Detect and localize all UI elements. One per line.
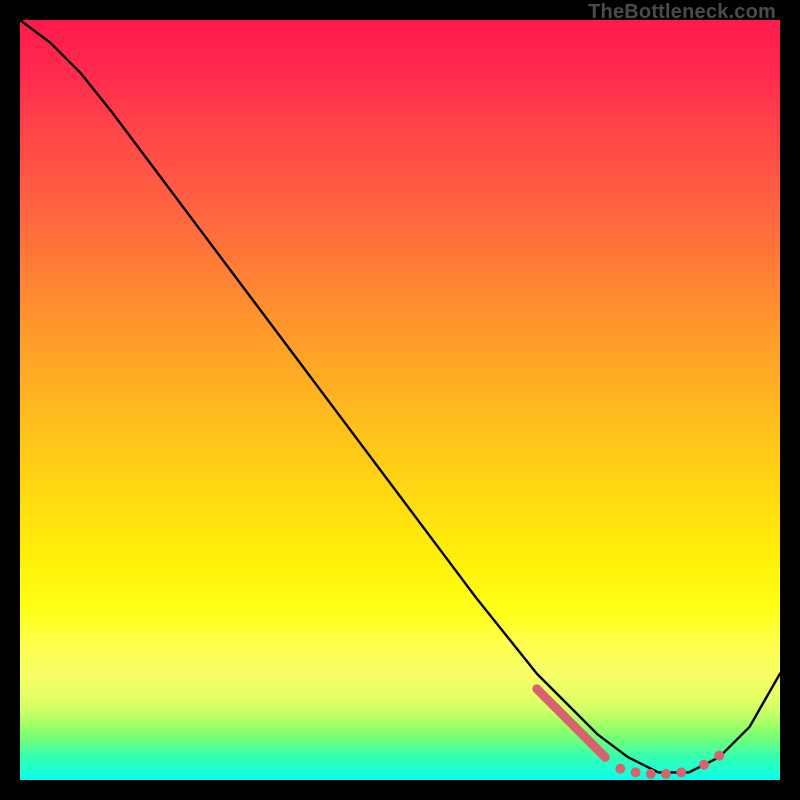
watermark-label: TheBottleneck.com xyxy=(588,2,776,22)
band-flat4 xyxy=(661,769,671,779)
band-r2 xyxy=(714,751,724,761)
band-flat3 xyxy=(646,769,656,779)
band-r1 xyxy=(699,760,709,770)
curve-path xyxy=(20,20,780,772)
band-flat2 xyxy=(631,767,641,777)
band-flat5 xyxy=(676,767,686,777)
band-flat1 xyxy=(615,764,625,774)
band-left xyxy=(537,689,605,757)
chart-svg xyxy=(20,20,780,780)
chart-stage: TheBottleneck.com xyxy=(0,0,800,800)
plot-area xyxy=(20,20,780,780)
